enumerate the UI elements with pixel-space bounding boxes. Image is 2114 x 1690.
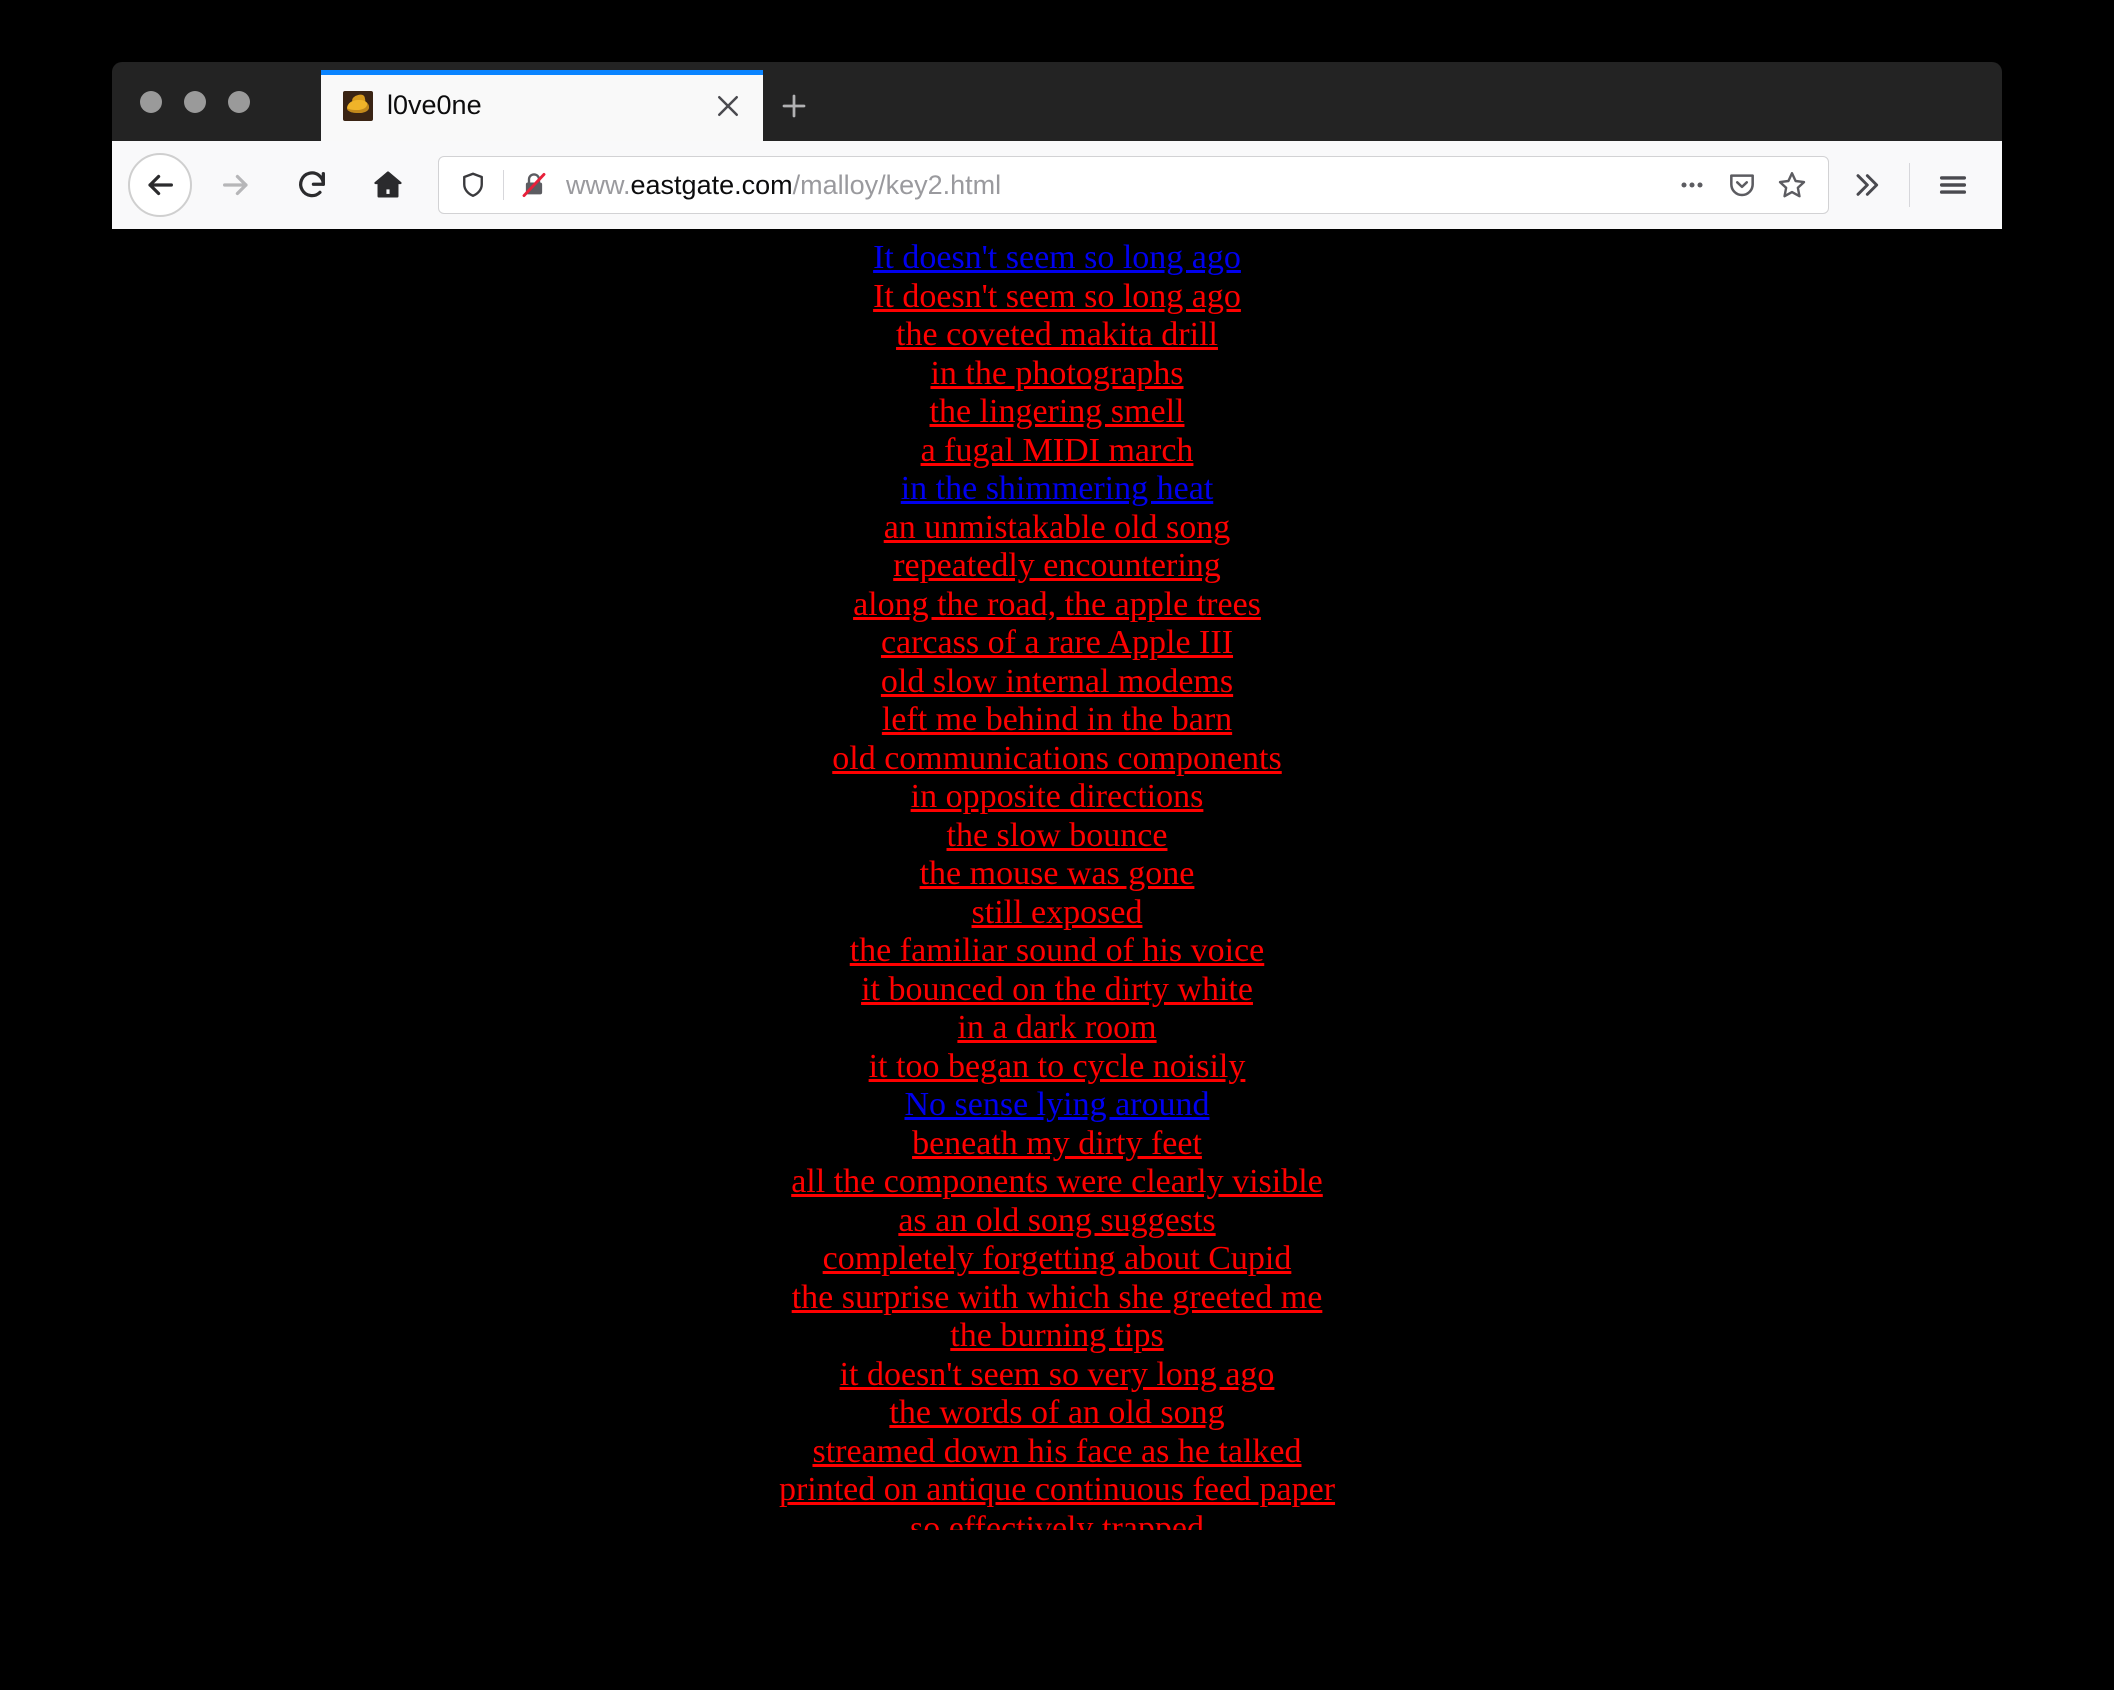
address-bar[interactable]: www.eastgate.com/malloy/key2.html: [438, 156, 1829, 214]
poem-link[interactable]: old slow internal modems: [112, 663, 2002, 702]
poem-link[interactable]: it bounced on the dirty white: [112, 971, 2002, 1010]
poem-link[interactable]: an unmistakable old song: [112, 509, 2002, 548]
poem-link-list: It doesn't seem so long ago It doesn't se…: [112, 239, 2002, 1530]
url-prefix: www.: [566, 169, 631, 200]
bookmark-star-icon[interactable]: [1770, 163, 1814, 207]
poem-link[interactable]: streamed down his face as he talked: [112, 1433, 2002, 1472]
poem-link[interactable]: the familiar sound of his voice: [112, 932, 2002, 971]
poem-link[interactable]: the lingering smell: [112, 393, 2002, 432]
close-window-button[interactable]: [140, 90, 162, 113]
toolbar-divider: [1909, 163, 1910, 207]
poem-link[interactable]: the coveted makita drill: [112, 316, 2002, 355]
window-controls: [112, 62, 321, 141]
poem-link[interactable]: carcass of a rare Apple III: [112, 624, 2002, 663]
tab-strip: l0ve0ne: [112, 62, 2002, 141]
pocket-icon[interactable]: [1720, 163, 1764, 207]
poem-link[interactable]: in the shimmering heat: [112, 470, 2002, 509]
poem-link[interactable]: the mouse was gone: [112, 855, 2002, 894]
poem-link[interactable]: so effectively trapped: [112, 1510, 2002, 1531]
minimize-window-button[interactable]: [184, 90, 206, 113]
shield-icon[interactable]: [453, 165, 493, 205]
home-button[interactable]: [356, 153, 420, 217]
navigation-toolbar: www.eastgate.com/malloy/key2.html: [112, 141, 2002, 229]
maximize-window-button[interactable]: [228, 90, 250, 113]
url-host: eastgate.com: [630, 169, 793, 200]
tab-title: l0ve0ne: [387, 90, 482, 120]
poem-link[interactable]: in opposite directions: [112, 778, 2002, 817]
poem-link[interactable]: the slow bounce: [112, 817, 2002, 856]
poem-link[interactable]: it doesn't seem so very long ago: [112, 1356, 2002, 1395]
poem-link[interactable]: the burning tips: [112, 1317, 2002, 1356]
browser-tab-active[interactable]: l0ve0ne: [321, 70, 763, 141]
poem-link[interactable]: along the road, the apple trees: [112, 586, 2002, 625]
poem-link[interactable]: left me behind in the barn: [112, 701, 2002, 740]
urlbar-actions: [1670, 163, 1814, 207]
url-path: /malloy/key2.html: [792, 169, 1002, 200]
insecure-lock-icon[interactable]: [514, 165, 554, 205]
back-button[interactable]: [128, 153, 192, 217]
poem-link[interactable]: as an old song suggests: [112, 1202, 2002, 1241]
poem-link[interactable]: completely forgetting about Cupid: [112, 1240, 2002, 1279]
toolbar-tail: [1837, 156, 1982, 214]
poem-link[interactable]: it too began to cycle noisily: [112, 1048, 2002, 1087]
new-tab-button[interactable]: [763, 70, 825, 141]
page-actions-icon[interactable]: [1670, 163, 1714, 207]
url-text[interactable]: www.eastgate.com/malloy/key2.html: [566, 170, 1660, 201]
close-tab-button[interactable]: [701, 79, 755, 133]
page-viewport: It doesn't seem so long ago It doesn't se…: [112, 229, 2002, 1530]
poem-link[interactable]: the words of an old song: [112, 1394, 2002, 1433]
poem-link[interactable]: all the components were clearly visible: [112, 1163, 2002, 1202]
browser-window: l0ve0ne www.eastgate.com/malloy/key2.htm…: [112, 62, 2002, 1530]
overflow-chevrons-icon[interactable]: [1837, 156, 1895, 214]
urlbar-divider: [503, 170, 504, 200]
poem-link[interactable]: a fugal MIDI march: [112, 432, 2002, 471]
poem-link[interactable]: No sense lying around: [112, 1086, 2002, 1125]
hamburger-menu-icon[interactable]: [1924, 156, 1982, 214]
tab-strip-empty-area: [825, 70, 2002, 141]
poem-link[interactable]: in a dark room: [112, 1009, 2002, 1048]
poem-link[interactable]: repeatedly encountering: [112, 547, 2002, 586]
forward-button: [204, 153, 268, 217]
poem-link[interactable]: old communications components: [112, 740, 2002, 779]
poem-link[interactable]: printed on antique continuous feed paper: [112, 1471, 2002, 1510]
poem-link[interactable]: in the photographs: [112, 355, 2002, 394]
reload-button[interactable]: [280, 153, 344, 217]
poem-link[interactable]: beneath my dirty feet: [112, 1125, 2002, 1164]
poem-link[interactable]: It doesn't seem so long ago: [112, 239, 2002, 278]
poem-link[interactable]: still exposed: [112, 894, 2002, 933]
poem-link[interactable]: the surprise with which she greeted me: [112, 1279, 2002, 1318]
flame-favicon: [343, 90, 373, 121]
poem-link[interactable]: It doesn't seem so long ago: [112, 278, 2002, 317]
